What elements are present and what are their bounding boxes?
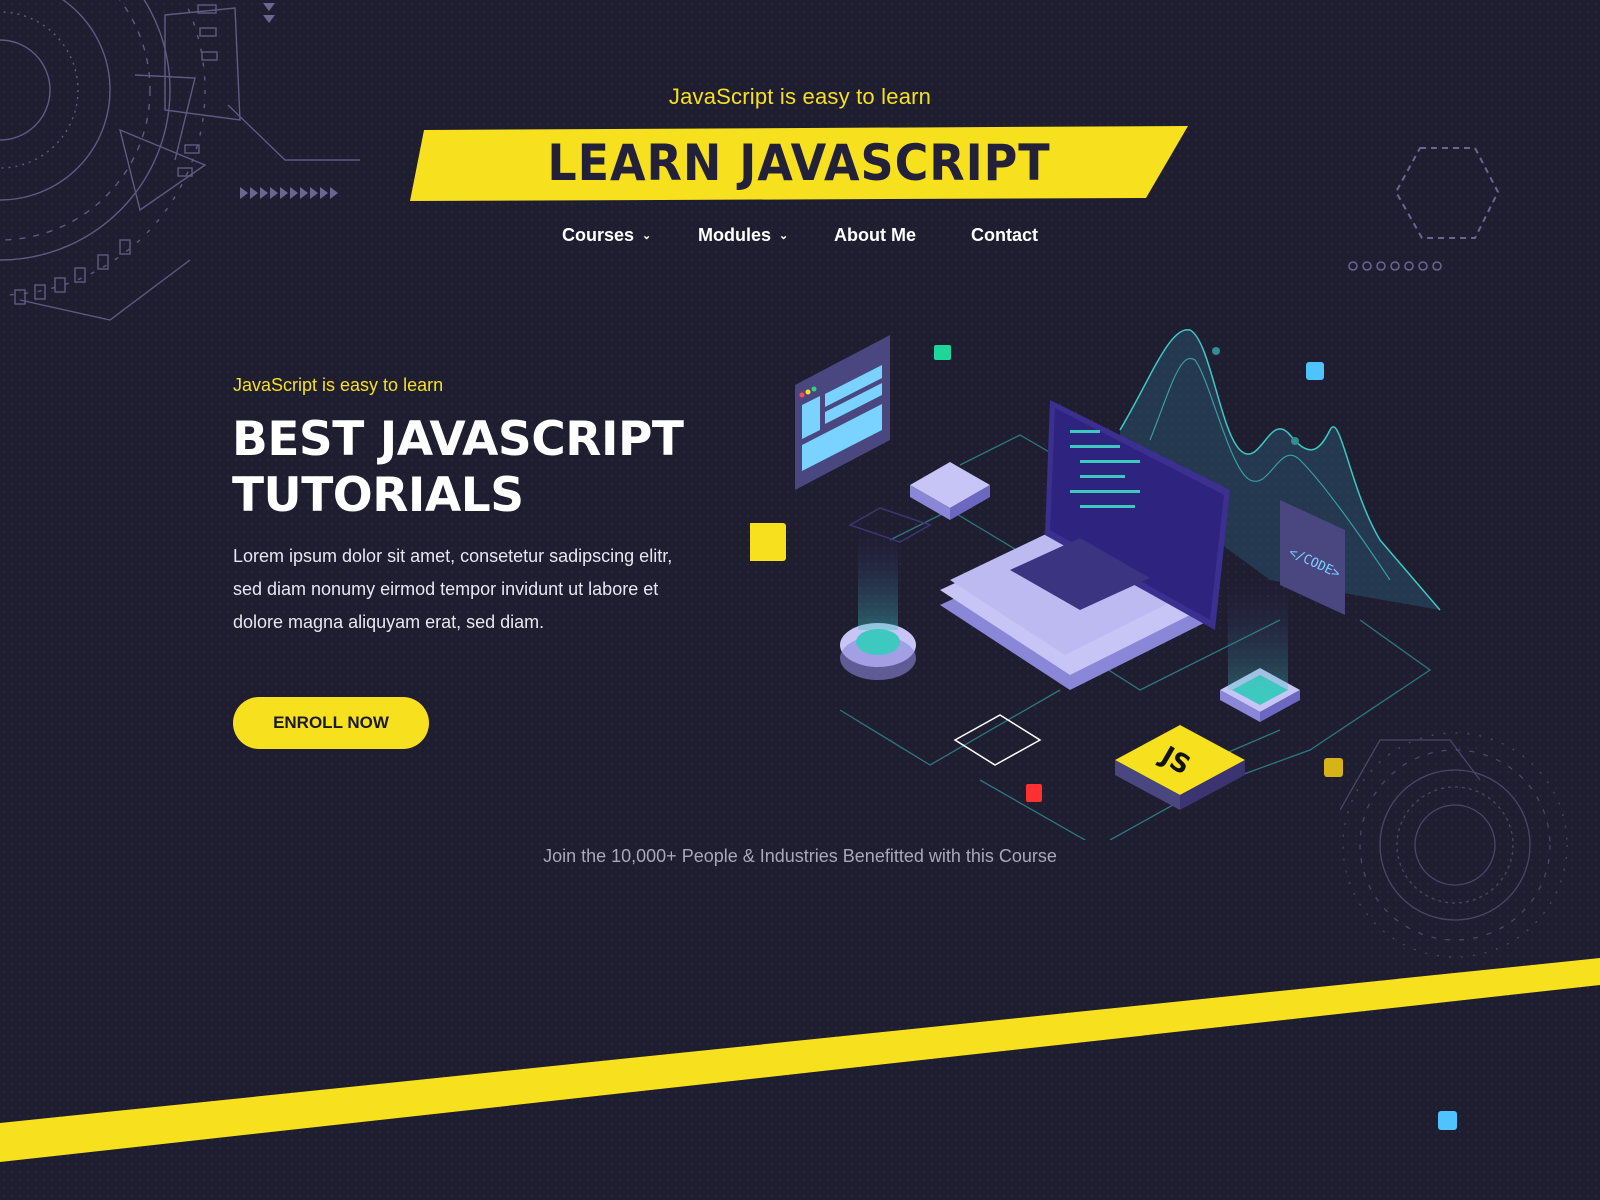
chevron-down-icon: ⌄	[642, 230, 652, 242]
hero-description: Lorem ipsum dolor sit amet, consetetur s…	[233, 546, 673, 632]
nav-item-courses[interactable]: Courses ⌄	[562, 225, 651, 246]
hero-title-line2: TUTORIALS	[232, 468, 524, 523]
brand-banner[interactable]: LEARN JAVASCRIPT	[410, 126, 1188, 201]
nav-item-modules[interactable]: Modules ⌄	[698, 225, 788, 246]
code-panel-label: </CODE>	[1286, 545, 1342, 582]
hero-title-line1: BEST JAVASCRIPT	[232, 412, 684, 467]
header-tagline: JavaScript is easy to learn	[668, 84, 932, 109]
chevron-down-icon: ⌄	[779, 230, 789, 242]
brand-title: LEARN JAVASCRIPT	[547, 134, 1051, 192]
blue-square-decoration	[1438, 1111, 1457, 1130]
circuit-decoration-top-left	[0, 0, 360, 321]
nav-label: Modules	[698, 225, 772, 245]
nav-label: About Me	[834, 225, 916, 245]
nav-item-about-me[interactable]: About Me	[834, 225, 916, 246]
main-nav: Courses ⌄ Modules ⌄ About Me Contact	[0, 225, 1600, 255]
code-window-icon: </CODE>	[1280, 500, 1345, 615]
js-badge-label: JS	[1154, 740, 1195, 781]
enroll-now-button[interactable]: ENROLL NOW	[233, 697, 429, 749]
laptop-icon	[940, 400, 1230, 690]
nav-item-contact[interactable]: Contact	[971, 225, 1038, 246]
browser-window-icon	[795, 335, 890, 490]
hero-title: BEST JAVASCRIPT TUTORIALS	[232, 412, 732, 524]
js-logo-icon: JS	[1115, 725, 1245, 810]
hero-tagline: JavaScript is easy to learn	[233, 375, 444, 395]
nav-label: Contact	[971, 225, 1038, 245]
hexagon-decoration	[1348, 147, 1500, 271]
isometric-laptop-illustration: </CODE> JS	[750, 329, 1441, 840]
nav-label: Courses	[562, 225, 635, 245]
social-proof-text: Join the 10,000+ People & Industries Ben…	[543, 846, 1057, 866]
